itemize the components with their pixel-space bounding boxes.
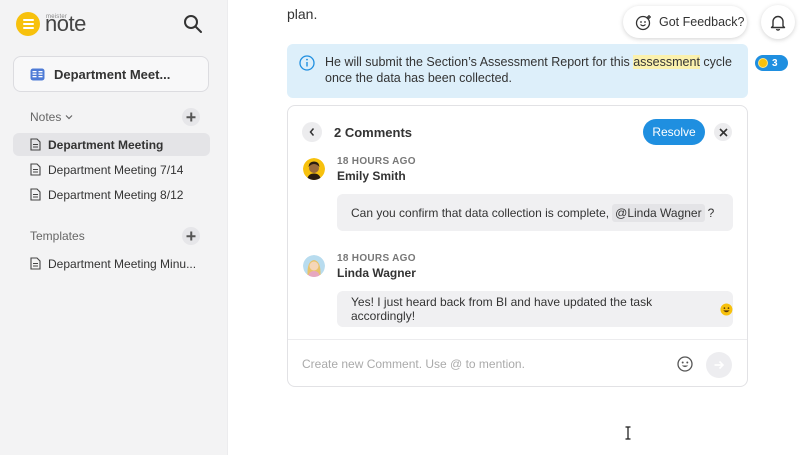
comment-text-end: ? [707,205,715,220]
highlighted-word[interactable]: assessment [633,55,700,69]
book-icon [30,68,45,80]
comments-panel: 2 Comments Resolve 18 HOURS AGO Emily Sm… [287,105,748,387]
template-label: Department Meeting Minu... [48,256,197,271]
note-label: Department Meeting 8/12 [48,187,184,202]
notifications-button[interactable] [761,5,795,39]
notes-section-toggle[interactable]: Notes [30,110,73,124]
document-icon [30,163,41,176]
note-label: Department Meeting [48,137,164,152]
comment-input[interactable] [302,354,672,374]
note-label: Department Meeting 7/14 [48,162,184,177]
comment-bubble: Can you confirm that data collection is … [337,194,733,231]
document-title: Department Meet... [54,66,171,82]
feedback-label: Got Feedback? [659,15,745,29]
arrow-right-icon [714,360,725,370]
emoji-picker-button[interactable] [677,356,693,372]
brand-name: meister note [45,13,86,35]
text-cursor-icon [625,426,631,440]
bell-icon [770,15,786,31]
sidebar-note-item[interactable]: Department Meeting [13,133,210,156]
search-button[interactable] [183,14,203,34]
comment-bubble: Yes! I just heard back from BI and have … [337,291,733,327]
divider [288,339,747,340]
sidebar: meister note Department Meet... Notes De… [0,0,228,455]
comment-timestamp: 18 HOURS AGO [337,156,416,167]
back-button[interactable] [302,122,322,142]
app-logo[interactable]: meister note [16,11,86,37]
info-icon [299,55,315,71]
comment-author: Emily Smith [337,169,406,183]
notes-section-header: Notes [30,108,200,126]
search-icon [184,15,202,33]
avatar [303,158,325,180]
editor-text[interactable]: plan. [287,6,317,22]
add-note-button[interactable] [182,108,200,126]
comment-count-badge[interactable]: 3 [755,55,788,71]
smiley-icon [677,356,693,372]
mention-tag[interactable]: @Linda Wagner [612,203,705,222]
comments-title: 2 Comments [334,125,413,140]
sidebar-note-item[interactable]: Department Meeting 8/12 [13,183,210,206]
avatar-dot [758,58,768,68]
document-icon [30,138,41,151]
sidebar-note-item[interactable]: Department Meeting 7/14 [13,158,210,181]
current-document-card[interactable]: Department Meet... [13,56,209,92]
comment-text: Yes! I just heard back from BI and have … [351,295,653,323]
info-callout[interactable]: He will submit the Section’s Assessment … [287,44,748,98]
close-button[interactable] [714,123,732,141]
document-icon [30,257,41,270]
comment-text: Can you confirm that data collection is … [351,205,610,220]
avatar-emily-icon [303,158,325,180]
close-icon [718,127,728,137]
brand-small: meister [46,14,68,20]
menu-icon [16,12,40,36]
templates-section-label[interactable]: Templates [30,229,85,243]
info-callout-text: He will submit the Section’s Assessment … [325,54,736,98]
templates-section-header: Templates [30,227,200,245]
feedback-smiley-icon [635,14,651,30]
chevron-left-icon [309,128,315,136]
document-icon [30,188,41,201]
comment-timestamp: 18 HOURS AGO [337,253,416,264]
chevron-down-icon [65,115,73,120]
comment-count: 3 [772,57,778,69]
comment-author: Linda Wagner [337,266,416,280]
info-text-before: He will submit the Section’s Assessment … [325,55,634,69]
avatar [303,255,325,277]
resolve-button[interactable]: Resolve [643,119,705,145]
send-button[interactable] [706,352,732,378]
avatar-linda-icon [303,255,325,277]
add-template-button[interactable] [182,227,200,245]
notes-section-label: Notes [30,110,62,124]
sidebar-template-item[interactable]: Department Meeting Minu... [13,252,210,275]
feedback-button[interactable]: Got Feedback? [623,6,747,38]
grinning-emoji-icon [720,303,733,315]
